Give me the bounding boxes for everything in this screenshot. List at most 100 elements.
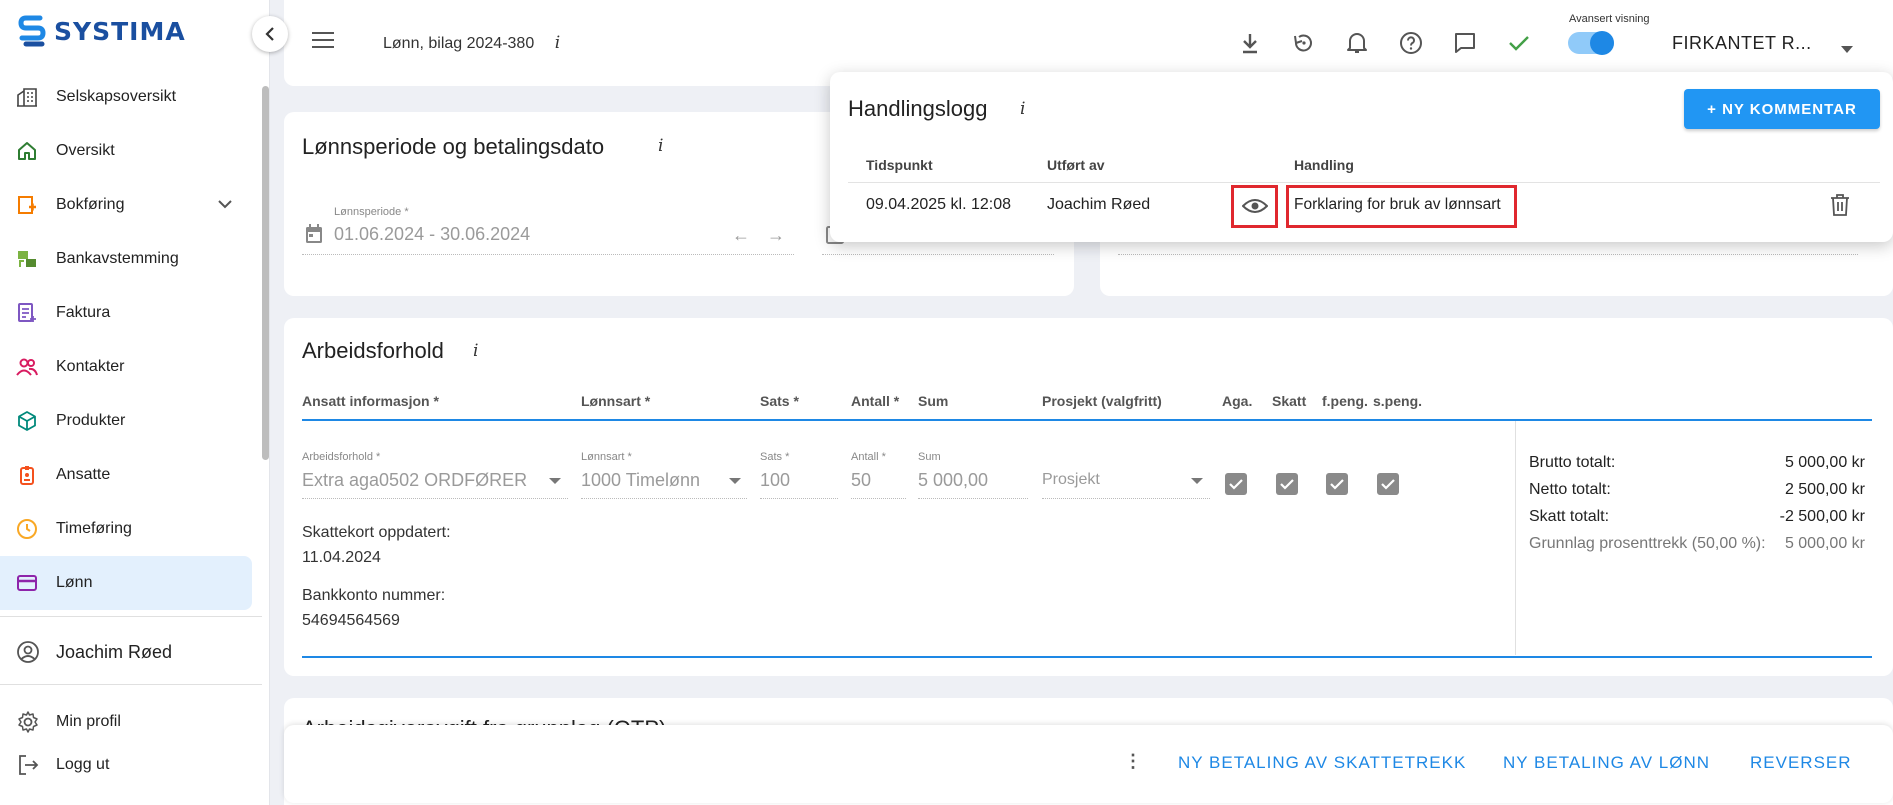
total-netto: Netto totalt: 2 500,00 kr bbox=[1529, 481, 1865, 499]
sum-value: 5 000,00 bbox=[918, 470, 989, 490]
total-brutto: Brutto totalt: 5 000,00 kr bbox=[1529, 454, 1865, 472]
sidebar-item-lonn[interactable]: Lønn bbox=[0, 556, 252, 610]
sidebar-item-oversikt[interactable]: Oversikt bbox=[0, 124, 262, 178]
sum-field-label: Sum bbox=[918, 451, 941, 463]
sidebar-item-label: Oversikt bbox=[56, 142, 115, 159]
bell-icon[interactable] bbox=[1344, 30, 1370, 56]
caret-down-icon[interactable] bbox=[549, 478, 561, 484]
arrow-left-icon[interactable]: ← bbox=[732, 225, 750, 246]
check-icon bbox=[1229, 478, 1243, 490]
caret-down-icon[interactable] bbox=[729, 478, 741, 484]
reverser-button[interactable]: REVERSER bbox=[1750, 753, 1852, 773]
info-icon[interactable]: i bbox=[658, 136, 663, 156]
arbeidsforhold-field-label: Arbeidsforhold * bbox=[302, 451, 381, 463]
col-header-speng: s.peng. bbox=[1373, 393, 1423, 409]
handlingslogg-title: Handlingslogg bbox=[848, 96, 988, 121]
sidebar-item-label: Lønn bbox=[56, 574, 93, 591]
more-vert-icon[interactable]: ⋮ bbox=[1124, 751, 1142, 772]
trash-icon[interactable] bbox=[1830, 193, 1850, 220]
sidebar-item-bokforing[interactable]: Bokføring bbox=[0, 178, 262, 232]
collapse-sidebar-button[interactable] bbox=[252, 16, 288, 52]
col-header-skatt: Skatt bbox=[1272, 393, 1307, 409]
skattekort-label: Skattekort oppdatert: bbox=[302, 524, 451, 541]
totals-divider bbox=[1515, 421, 1516, 655]
clock-icon bbox=[16, 518, 38, 540]
sidebar-divider bbox=[0, 684, 262, 685]
sidebar-item-faktura[interactable]: Faktura bbox=[0, 286, 262, 340]
ny-betaling-skattetrekk-button[interactable]: NY BETALING AV SKATTETREKK bbox=[1178, 753, 1466, 773]
speng-checkbox[interactable] bbox=[1377, 473, 1399, 495]
min-profil-link[interactable]: Min profil bbox=[16, 710, 121, 734]
info-icon[interactable]: i bbox=[555, 33, 560, 53]
comment-icon[interactable] bbox=[1452, 30, 1478, 56]
logo[interactable]: SYSTIMA bbox=[18, 14, 186, 48]
lonnsart-select[interactable]: 1000 Timelønn bbox=[581, 470, 700, 491]
sidebar-item-kontakter[interactable]: Kontakter bbox=[0, 340, 262, 394]
caret-down-icon[interactable] bbox=[1841, 40, 1853, 56]
period-field-value[interactable]: 01.06.2024 - 30.06.2024 bbox=[334, 224, 530, 245]
sidebar-item-timeforing[interactable]: Timeføring bbox=[0, 502, 262, 556]
company-name[interactable]: FIRKANTET R... bbox=[1672, 33, 1812, 54]
caret-down-icon[interactable] bbox=[1191, 478, 1203, 484]
total-label: Grunnlag prosenttrekk (50,00 %): bbox=[1529, 535, 1766, 552]
sidebar-scrollbar[interactable] bbox=[262, 86, 269, 460]
aga-checkbox[interactable] bbox=[1225, 473, 1247, 495]
badge-icon bbox=[16, 464, 38, 486]
check-icon[interactable] bbox=[1506, 30, 1532, 56]
sats-input[interactable]: 100 bbox=[760, 470, 790, 491]
table-header-divider bbox=[302, 419, 1872, 421]
history-icon[interactable] bbox=[1290, 30, 1316, 56]
new-comment-button[interactable]: + NY KOMMENTAR bbox=[1684, 89, 1880, 129]
date-field-underline bbox=[1118, 254, 1858, 255]
download-icon[interactable] bbox=[1237, 30, 1263, 56]
eye-icon[interactable] bbox=[1241, 197, 1269, 218]
prosjekt-select[interactable]: Prosjekt bbox=[1042, 471, 1100, 489]
chevron-down-icon[interactable] bbox=[218, 196, 232, 214]
sidebar-item-label: Kontakter bbox=[56, 358, 125, 375]
invoice-icon bbox=[16, 302, 38, 324]
sidebar-item-selskapsoversikt[interactable]: Selskapsoversikt bbox=[0, 70, 262, 124]
sidebar-divider bbox=[0, 616, 262, 617]
sidebar-item-label: Timeføring bbox=[56, 520, 132, 537]
fpeng-checkbox[interactable] bbox=[1326, 473, 1348, 495]
footer-action-bar: ⋮ NY BETALING AV SKATTETREKK NY BETALING… bbox=[284, 725, 1893, 803]
total-label: Brutto totalt: bbox=[1529, 454, 1616, 471]
menu-icon[interactable] bbox=[312, 32, 334, 51]
advanced-view-toggle[interactable] bbox=[1568, 31, 1614, 55]
handlingslogg-panel: Handlingslogg i + NY KOMMENTAR Tidspunkt… bbox=[830, 72, 1893, 242]
arbeidsforhold-select[interactable]: Extra aga0502 ORDFØRER bbox=[302, 470, 527, 491]
systima-logo-icon bbox=[18, 15, 46, 47]
check-icon bbox=[1280, 478, 1294, 490]
page-title-text: Lønn, bilag 2024-380 bbox=[383, 35, 535, 52]
bank-label: Bankkonto nummer: bbox=[302, 587, 446, 604]
antall-input[interactable]: 50 bbox=[851, 470, 871, 491]
building-icon bbox=[16, 86, 38, 108]
sidebar-item-label: Faktura bbox=[56, 304, 111, 321]
sidebar-item-label: Selskapsoversikt bbox=[56, 88, 177, 105]
skatt-checkbox[interactable] bbox=[1276, 473, 1298, 495]
logout-link[interactable]: Logg ut bbox=[16, 753, 109, 777]
ny-betaling-lonn-button[interactable]: NY BETALING AV LØNN bbox=[1503, 753, 1710, 773]
log-action: Forklaring for bruk av lønnsart bbox=[1294, 196, 1501, 213]
logout-icon bbox=[19, 755, 39, 775]
advanced-view-label: Avansert visning bbox=[1569, 13, 1650, 25]
calendar-icon[interactable] bbox=[304, 223, 324, 245]
log-time: 09.04.2025 kl. 12:08 bbox=[866, 196, 1012, 213]
info-icon[interactable]: i bbox=[1020, 99, 1025, 119]
user-row[interactable]: Joachim Røed bbox=[16, 640, 172, 664]
field-underline bbox=[760, 498, 838, 499]
date-field-underline bbox=[822, 254, 1054, 255]
sidebar-item-label: Bankavstemming bbox=[56, 250, 179, 267]
help-icon[interactable] bbox=[1398, 30, 1424, 56]
sidebar-item-produkter[interactable]: Produkter bbox=[0, 394, 262, 448]
col-header-sats: Sats * bbox=[760, 393, 799, 409]
sidebar-item-label: Bokføring bbox=[56, 196, 125, 213]
logout-label: Logg ut bbox=[56, 756, 110, 773]
sidebar-item-ansatte[interactable]: Ansatte bbox=[0, 448, 262, 502]
sidebar-item-bankavstemming[interactable]: Bankavstemming bbox=[0, 232, 262, 286]
bank-number: 54694564569 bbox=[302, 612, 400, 629]
info-icon[interactable]: i bbox=[473, 341, 478, 361]
col-header-antall: Antall * bbox=[851, 393, 900, 409]
col-header-ansatt: Ansatt informasjon * bbox=[302, 393, 439, 409]
arrow-right-icon[interactable]: → bbox=[767, 225, 785, 246]
